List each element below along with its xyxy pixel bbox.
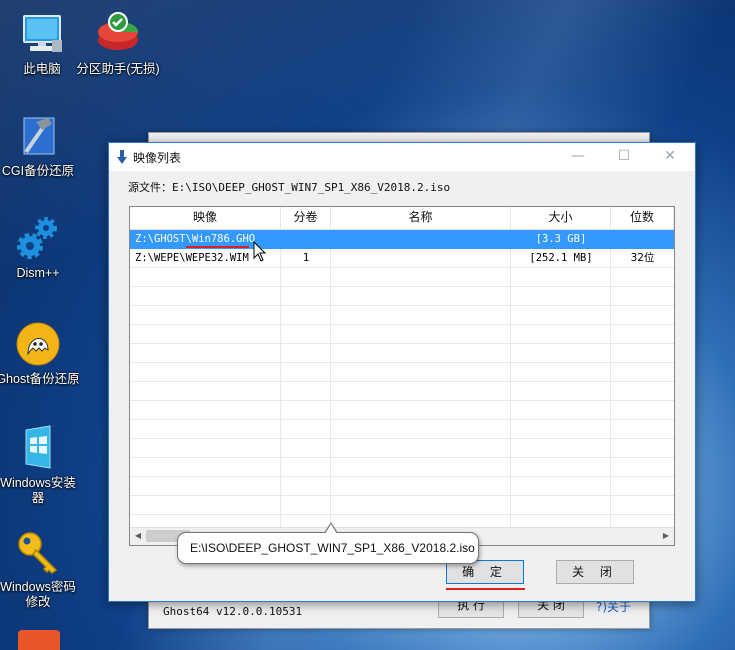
column-header-image[interactable]: 映像: [130, 207, 281, 229]
grid-line: [130, 419, 674, 420]
grid-line: [130, 286, 674, 287]
cell-volume: 1: [302, 252, 310, 264]
grid-line: [130, 457, 674, 458]
gears-icon: [14, 214, 62, 262]
cell-name: [335, 249, 510, 268]
desktop-icon-label: Windows密码修改: [0, 580, 76, 609]
grid-line: [130, 438, 674, 439]
scroll-right-icon[interactable]: ▶: [658, 528, 674, 545]
grid-line: [130, 514, 674, 515]
grid-line: [130, 495, 674, 496]
desktop-icon-label: Dism++: [16, 266, 60, 280]
grid-line: [280, 229, 281, 527]
table-row[interactable]: Z:\WEPE\WEPE32.WIM 1 [252.1 MB] 32位: [130, 249, 674, 268]
annotation-underline: [446, 588, 525, 590]
desktop-icon-partial[interactable]: [18, 630, 60, 650]
desktop-icon-dism[interactable]: Dism++: [0, 214, 80, 281]
column-header-size[interactable]: 大小: [511, 207, 611, 229]
source-file-label: 源文件：E:\ISO\DEEP_GHOST_WIN7_SP1_X86_V2018…: [128, 181, 451, 194]
cell-bits: [611, 230, 674, 249]
partition-assistant-icon: [94, 10, 142, 58]
desktop-icon-label: 此电脑: [23, 62, 61, 76]
desktop-icon-ghost-backup[interactable]: Ghost备份还原: [0, 320, 80, 387]
version-status: Ghost64 v12.0.0.10531: [163, 605, 303, 618]
mouse-cursor-icon: [253, 241, 267, 262]
desktop-icon-label: CGI备份还原: [1, 164, 75, 178]
annotation-underline: [186, 246, 249, 248]
dialog-title: 映像列表: [133, 151, 182, 165]
grid-line: [330, 229, 331, 527]
tooltip-text: E:\ISO\DEEP_GHOST_WIN7_SP1_X86_V2018.2.i…: [190, 541, 475, 555]
desktop-icon-partition-assistant[interactable]: 分区助手(无损): [76, 10, 160, 77]
grid-line: [130, 400, 674, 401]
maximize-button[interactable]: ☐: [601, 143, 647, 171]
column-header-bits[interactable]: 位数: [611, 207, 674, 229]
column-header-name[interactable]: 名称: [331, 207, 511, 229]
key-icon: [14, 528, 62, 576]
grid-line: [130, 362, 674, 363]
tooltip-tail: [325, 524, 337, 534]
dialog-titlebar[interactable]: 映像列表 — ☐ ✕: [109, 143, 695, 171]
desktop-icon-label: Windows安装器: [0, 476, 76, 505]
computer-icon: [18, 10, 66, 58]
cell-size: [252.1 MB]: [529, 252, 593, 264]
desktop-icon-windows-password[interactable]: Windows密码修改: [0, 528, 80, 610]
scroll-left-icon[interactable]: ◀: [130, 528, 146, 545]
column-header-volume[interactable]: 分卷: [281, 207, 331, 229]
ghost-app-icon: [117, 150, 127, 164]
desktop-icon-label: 分区助手(无损): [76, 62, 160, 76]
desktop-icon-windows-installer[interactable]: Windows安装器: [0, 424, 80, 506]
image-list[interactable]: 映像 分卷 名称 大小 位数 Z:\GHOST\Win786.GHO [3.3 …: [129, 206, 675, 546]
desktop-icon-cgi-backup[interactable]: CGI备份还原: [0, 112, 80, 179]
cgi-backup-icon: [14, 112, 62, 160]
grid-line: [130, 305, 674, 306]
grid-line: [610, 229, 611, 527]
ghost-icon: [14, 320, 62, 368]
source-path-tooltip: E:\ISO\DEEP_GHOST_WIN7_SP1_X86_V2018.2.i…: [177, 522, 479, 564]
close-button[interactable]: ✕: [647, 143, 693, 171]
cell-bits: 32位: [630, 252, 655, 264]
minimize-button[interactable]: —: [555, 143, 601, 171]
desktop-icon-this-pc[interactable]: 此电脑: [0, 10, 84, 77]
cell-volume: [281, 230, 331, 249]
dialog-close-button[interactable]: 关 闭: [556, 560, 634, 584]
cell-name: [335, 230, 510, 249]
grid-line: [130, 343, 674, 344]
windows-installer-icon: [14, 424, 62, 472]
grid-line: [130, 324, 674, 325]
list-header: 映像 分卷 名称 大小 位数: [130, 207, 674, 230]
grid-line: [510, 229, 511, 527]
grid-line: [130, 381, 674, 382]
grid-line: [130, 476, 674, 477]
desktop-icon-label: Ghost备份还原: [0, 372, 80, 386]
cell-size: [3.3 GB]: [535, 233, 587, 245]
